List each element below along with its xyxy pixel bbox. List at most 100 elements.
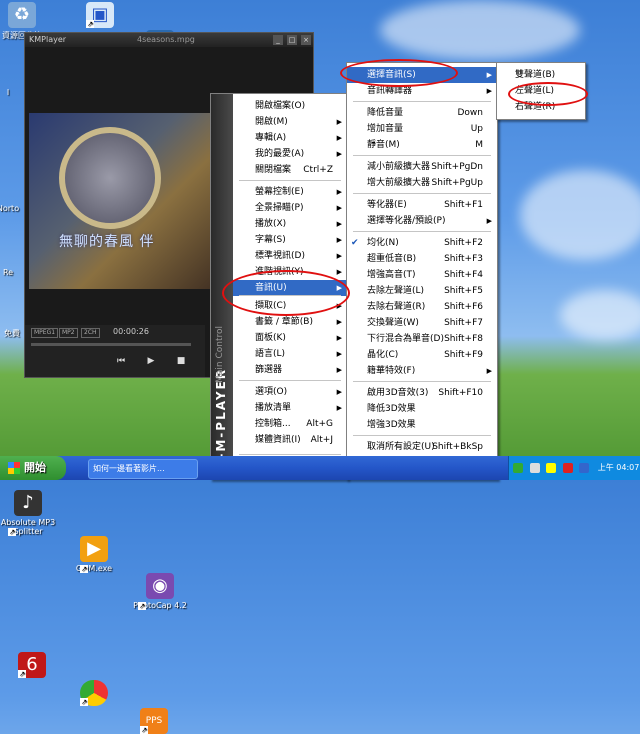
- absolute-mp3-splitter[interactable]: ♪ Absolute MP3 Splitter: [0, 490, 56, 536]
- menu-item[interactable]: 字幕(S) ▶: [233, 232, 347, 248]
- annotation-circle-left-channel: [508, 82, 588, 106]
- menu-item[interactable]: 雙聲道(B): [497, 67, 585, 83]
- menu-item[interactable]: 篩選器 ▶: [233, 362, 347, 378]
- menu-item[interactable]: 增加音量 Up: [347, 121, 497, 137]
- submenu-arrow-icon: ▶: [336, 268, 342, 276]
- menu-item[interactable]: 籍華特效(F) ▶: [347, 363, 497, 379]
- menu-item[interactable]: 增大前級擴大器 Shift+PgUp: [347, 175, 497, 191]
- taskbar: 開始 如何一邊看著影片... 上午 04:07: [0, 456, 640, 480]
- menu-item[interactable]: 播放清單 ▶: [233, 400, 347, 416]
- menu-item-label: 等化器(E): [367, 200, 407, 210]
- submenu-arrow-icon: ▶: [336, 118, 342, 126]
- menu-item[interactable]: 全景掃瞄(P) ▶: [233, 200, 347, 216]
- menu-item[interactable]: 交換聲道(W) Shift+F7: [347, 315, 497, 331]
- menu-separator: [353, 231, 491, 232]
- security-icon[interactable]: [562, 462, 573, 473]
- taskbar-item-document[interactable]: 如何一邊看著影片...: [88, 459, 198, 479]
- menu-item-shortcut: Shift+F7: [444, 318, 483, 328]
- submenu-arrow-icon: ▶: [336, 404, 342, 412]
- submenu-arrow-icon: ▶: [336, 366, 342, 374]
- menu-item[interactable]: 螢幕控制(E) ▶: [233, 184, 347, 200]
- menu-item[interactable]: 控制箱... Alt+G: [233, 416, 347, 432]
- pps-icon: PPS: [140, 708, 168, 734]
- maximize-icon[interactable]: □: [287, 35, 297, 45]
- network-icon[interactable]: [513, 462, 523, 473]
- volume-icon[interactable]: [529, 462, 540, 473]
- menu-item-shortcut: Down: [457, 108, 483, 118]
- menu-item[interactable]: 增強高音(T) Shift+F4: [347, 267, 497, 283]
- submenu-arrow-icon: ▶: [336, 252, 342, 260]
- menu-item-label: 播放清單: [255, 403, 292, 413]
- kmplayer-filename: 4seasons.mpg: [137, 35, 195, 44]
- menu-item-shortcut: Alt+J: [310, 435, 333, 445]
- menu-item[interactable]: 啟用3D音效(3) Shift+F10: [347, 385, 497, 401]
- menu-item[interactable]: 下行混合為單音(D) Shift+F8: [347, 331, 497, 347]
- menu-item[interactable]: 選項(O) ▶: [233, 384, 347, 400]
- shortcut-window[interactable]: ▣: [78, 2, 122, 28]
- submenu-arrow-icon: ▶: [336, 334, 342, 342]
- menu-item-label: 選擇等化器/預設(P): [367, 216, 446, 226]
- tray-icon[interactable]: [579, 462, 590, 473]
- minimize-icon[interactable]: _: [273, 35, 283, 45]
- menu-item[interactable]: 關閉檔案 Ctrl+Z: [233, 162, 347, 178]
- gom-exe[interactable]: ▶ GOM.exe: [72, 536, 116, 573]
- menu-item[interactable]: 減小前級擴大器 Shift+PgDn: [347, 159, 497, 175]
- menu-item[interactable]: ✔ 均化(N) Shift+F2: [347, 235, 497, 251]
- bottom-icon-chrome[interactable]: [72, 680, 116, 706]
- menu-item[interactable]: 晶化(C) Shift+F9: [347, 347, 497, 363]
- menu-item[interactable]: 播放(X) ▶: [233, 216, 347, 232]
- format-badge: 2CH: [81, 328, 100, 338]
- photocap[interactable]: ◉ PhotoCap 4.2: [130, 573, 190, 610]
- play-icon[interactable]: ▶: [145, 355, 157, 367]
- note-icon: ♪: [14, 490, 42, 516]
- menu-item-label: 開啟檔案(O): [255, 101, 306, 111]
- menu-item[interactable]: 書籤 / 章節(B) ▶: [233, 314, 347, 330]
- menu-item[interactable]: 媒體資訊(I) Alt+J: [233, 432, 347, 448]
- menu-item-label: 我的最愛(A): [255, 149, 305, 159]
- kmplayer-titlebar[interactable]: KMPlayer 4seasons.mpg _ □ ×: [25, 33, 313, 47]
- menu-item[interactable]: 去除左聲道(L) Shift+F5: [347, 283, 497, 299]
- menu-item[interactable]: 開啟(M) ▶: [233, 114, 347, 130]
- seek-bar[interactable]: [31, 343, 191, 346]
- menu-item[interactable]: 降低3D效果: [347, 401, 497, 417]
- menu-item[interactable]: 開啟檔案(O): [233, 98, 347, 114]
- cloud: [380, 0, 580, 60]
- menu-item[interactable]: 靜音(M) M: [347, 137, 497, 153]
- menu-item[interactable]: 取消所有設定(U) Shift+BkSp: [347, 439, 497, 455]
- close-icon[interactable]: ×: [301, 35, 311, 45]
- menu-item-shortcut: Shift+F10: [438, 388, 483, 398]
- menu-item[interactable]: 選擇等化器/預設(P) ▶: [347, 213, 497, 229]
- previous-icon[interactable]: ⏮: [115, 355, 127, 367]
- menu-item-label: 雙聲道(B): [515, 70, 556, 80]
- menu-item[interactable]: 標準視訊(D) ▶: [233, 248, 347, 264]
- menu-item-label: 均化(N): [367, 238, 399, 248]
- submenu-arrow-icon: ▶: [336, 236, 342, 244]
- menu-item[interactable]: 我的最愛(A) ▶: [233, 146, 347, 162]
- bottom-icon-6[interactable]: 6: [10, 652, 54, 678]
- menu-item[interactable]: 增強3D效果: [347, 417, 497, 433]
- audio-submenu: 選擇音訊(S) ▶ 音訊轉譯器 ▶ 降低音量 Down 增加音量 Up 靜音(M) M 減小前級擴大…: [346, 62, 498, 480]
- menu-item-label: 媒體資訊(I): [255, 435, 301, 445]
- menu-item[interactable]: 語言(L) ▶: [233, 346, 347, 362]
- menu-item[interactable]: 專輯(A) ▶: [233, 130, 347, 146]
- menu-separator: [239, 380, 341, 381]
- stop-icon[interactable]: ■: [175, 355, 187, 367]
- app-tray-icon[interactable]: [546, 462, 557, 473]
- menu-item-label: 去除右聲道(R): [367, 302, 426, 312]
- bottom-icon-pps[interactable]: PPS: [132, 708, 176, 734]
- menu-item[interactable]: 降低音量 Down: [347, 105, 497, 121]
- menu-item[interactable]: 面板(K) ▶: [233, 330, 347, 346]
- menu-item-label: 晶化(C): [367, 350, 399, 360]
- submenu-arrow-icon: ▶: [486, 217, 492, 225]
- menu-item[interactable]: 等化器(E) Shift+F1: [347, 197, 497, 213]
- menu-separator: [353, 101, 491, 102]
- menu-item[interactable]: 超重低音(B) Shift+F3: [347, 251, 497, 267]
- menu-item-label: 超重低音(B): [367, 254, 417, 264]
- menu-item[interactable]: 去除右聲道(R) Shift+F6: [347, 299, 497, 315]
- video-frame[interactable]: 無聊的春風 伴: [29, 113, 229, 289]
- menu-item-label: 增強高音(T): [367, 270, 416, 280]
- menu-separator: [353, 155, 491, 156]
- start-button[interactable]: 開始: [0, 456, 66, 480]
- menu-item-label: 啟用3D音效(3): [367, 388, 429, 398]
- submenu-arrow-icon: ▶: [336, 150, 342, 158]
